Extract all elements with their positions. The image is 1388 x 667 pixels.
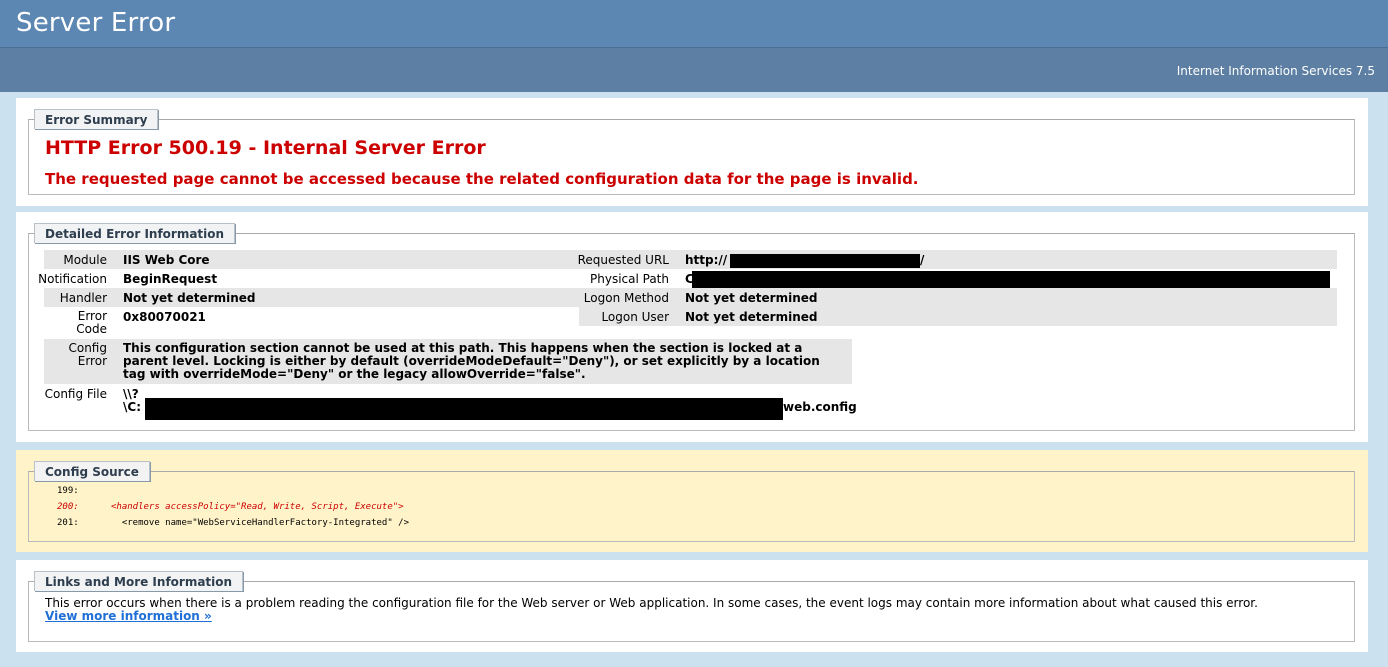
error-summary-panel: Error Summary HTTP Error 500.19 - Intern… [16,98,1368,206]
code-line-text: <handlers accessPolicy="Read, Write, Scr… [111,502,404,512]
code-line-number: 201: [57,518,79,528]
error-description: The requested page cannot be accessed be… [45,170,919,188]
requested-url-suffix: / [920,253,925,267]
code-line-number: 199: [57,486,79,496]
config-file-end: web.config [783,400,857,414]
error-summary-fieldset: Error Summary HTTP Error 500.19 - Intern… [28,109,1355,195]
links-legend: Links and More Information [34,571,244,591]
requested-url-prefix: http:// [685,253,728,267]
config-file-prefix: \\? [123,387,139,401]
config-source-fieldset: Config Source 199: 200: <handlers access… [28,461,1355,542]
physical-path-label: Physical Path [590,272,669,286]
config-error-label: Config Error [68,341,107,368]
redacted-physical-path [692,271,1330,288]
server-version: Internet Information Services 7.5 [1176,64,1375,78]
notification-value: BeginRequest [123,272,218,286]
header-bar: Server Error [0,0,1388,47]
logon-user-label: Logon User [601,310,669,324]
details-panel: Detailed Error Information Module IIS We… [16,212,1368,442]
config-file-start: \C: [123,400,141,414]
module-value: IIS Web Core [123,253,210,267]
code-line-number: 200: [57,502,79,512]
details-legend: Detailed Error Information [34,223,236,243]
module-label: Module [63,253,107,267]
logon-user-value: Not yet determined [685,310,818,324]
config-file-label: Config File [44,387,107,401]
handler-value: Not yet determined [123,291,256,305]
error-title: HTTP Error 500.19 - Internal Server Erro… [45,137,486,159]
view-more-information-link[interactable]: View more information » [45,609,212,623]
notification-label: Notification [38,272,107,286]
config-source-legend: Config Source [34,461,150,481]
page-title: Server Error [16,8,176,38]
code-line-text: <remove name="WebServiceHandlerFactory-I… [111,518,410,528]
links-panel: Links and More Information This error oc… [16,560,1368,652]
redacted-config-path [145,398,783,420]
links-description: This error occurs when there is a proble… [45,596,1258,610]
handler-label: Handler [59,291,107,305]
links-fieldset: Links and More Information This error oc… [28,571,1355,642]
config-source-panel: Config Source 199: 200: <handlers access… [16,450,1368,552]
config-error-value: This configuration section cannot be use… [123,341,820,381]
details-fieldset: Detailed Error Information Module IIS We… [28,223,1355,431]
error-code-label: Error Code [76,309,107,336]
subheader-bar: Internet Information Services 7.5 [0,47,1388,92]
redacted-url [730,254,920,268]
error-code-value: 0x80070021 [123,310,206,324]
logon-method-value: Not yet determined [685,291,818,305]
requested-url-label: Requested URL [577,253,669,267]
logon-method-label: Logon Method [583,291,669,305]
error-summary-legend: Error Summary [34,109,159,129]
